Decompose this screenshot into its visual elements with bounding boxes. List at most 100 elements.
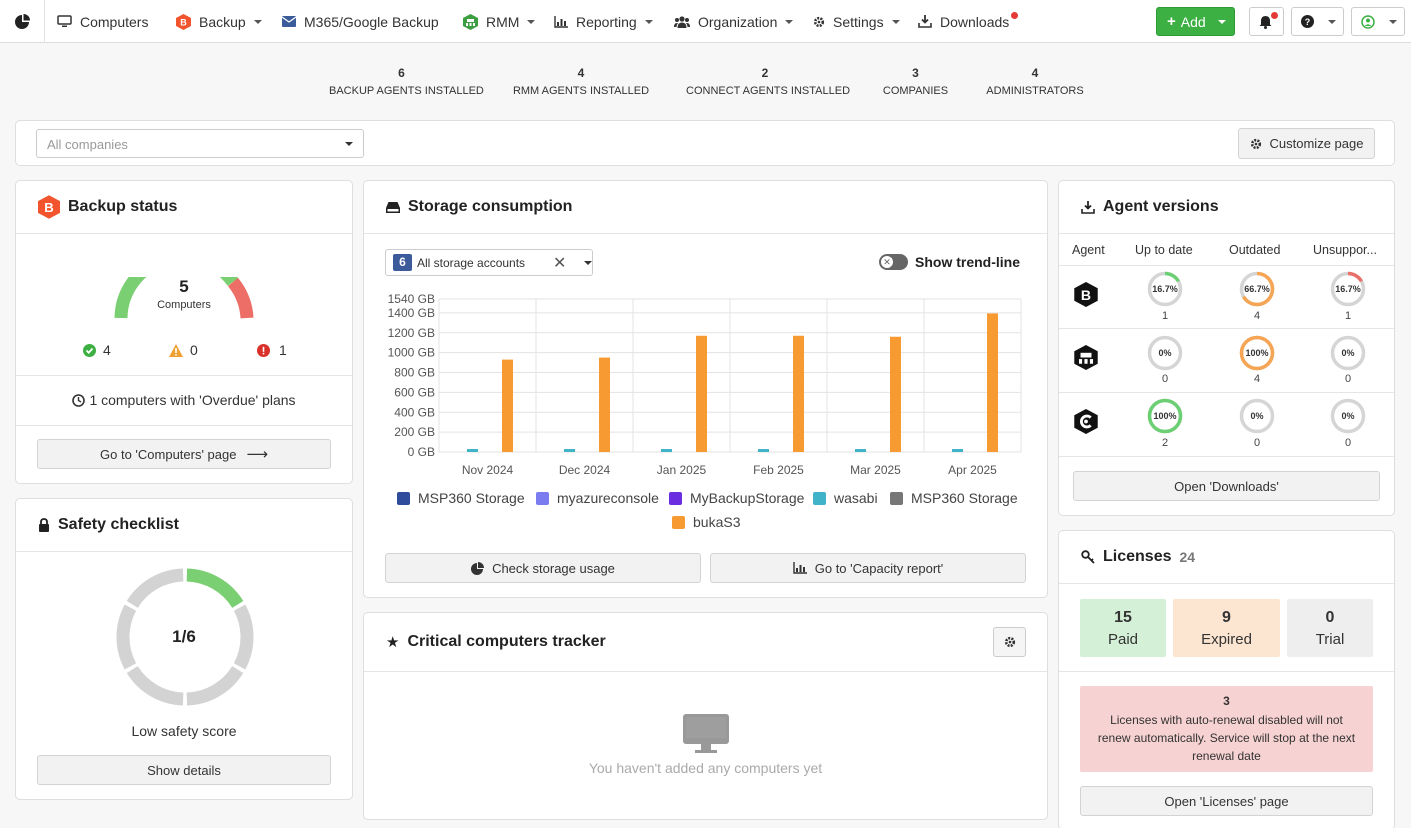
bar-wasabi[interactable] bbox=[952, 449, 963, 452]
nav-computers[interactable]: Computers bbox=[57, 0, 148, 43]
agent-version-ring[interactable]: 66.7% bbox=[1239, 271, 1275, 307]
nav-rmm[interactable]: RMM bbox=[463, 0, 536, 43]
nav-reporting[interactable]: Reporting bbox=[554, 0, 653, 43]
legend-item[interactable]: wasabi bbox=[813, 490, 878, 506]
agent-count: 0 bbox=[1344, 373, 1352, 385]
storage-accounts-select[interactable]: 6 All storage accounts ✕ bbox=[385, 249, 593, 276]
connect-agent-icon bbox=[1074, 409, 1098, 434]
stat-label: ADMINISTRATORS bbox=[986, 85, 1084, 97]
goto-computers-button[interactable]: Go to 'Computers' page ⟶ bbox=[37, 439, 331, 469]
x-tick-label: Dec 2024 bbox=[559, 463, 611, 477]
agent-version-ring[interactable]: 100% bbox=[1147, 398, 1183, 434]
legend-swatch bbox=[397, 491, 410, 505]
customize-page-button[interactable]: Customize page bbox=[1238, 128, 1375, 159]
agent-version-ring[interactable]: 16.7% bbox=[1147, 271, 1183, 307]
capacity-report-button[interactable]: Go to 'Capacity report' bbox=[710, 553, 1026, 583]
backup-error-count[interactable]: 1 bbox=[257, 342, 287, 358]
y-tick-label: 1000 GB bbox=[388, 346, 435, 360]
y-tick-label: 400 GB bbox=[394, 405, 435, 419]
backup-ok-count[interactable]: 4 bbox=[83, 342, 111, 358]
backup-logo-icon: B bbox=[38, 195, 60, 219]
licenses-expired-value: 9 bbox=[1222, 609, 1231, 626]
bar-wasabi[interactable] bbox=[564, 449, 575, 452]
open-licenses-button[interactable]: Open 'Licenses' page bbox=[1080, 786, 1373, 816]
svg-text:?: ? bbox=[1305, 17, 1311, 27]
y-tick-label: 600 GB bbox=[394, 385, 435, 399]
licenses-expired[interactable]: 9 Expired bbox=[1173, 599, 1280, 657]
col-agent: Agent bbox=[1072, 243, 1105, 257]
check-storage-usage-button[interactable]: Check storage usage bbox=[385, 553, 701, 583]
licenses-paid[interactable]: 15 Paid bbox=[1080, 599, 1166, 657]
nav-backup[interactable]: B Backup bbox=[176, 0, 262, 43]
legend-item[interactable]: MSP360 Storage bbox=[397, 490, 525, 506]
user-avatar-icon bbox=[1361, 14, 1375, 29]
agent-version-ring[interactable]: 0% bbox=[1330, 398, 1366, 434]
add-button-label: Add bbox=[1180, 13, 1206, 30]
app-logo[interactable] bbox=[0, 0, 45, 43]
clear-icon[interactable]: ✕ bbox=[553, 253, 566, 273]
show-details-button[interactable]: Show details bbox=[37, 755, 331, 785]
divider bbox=[1059, 265, 1394, 266]
auto-renewal-warning-text: Licenses with auto-renewal disabled will… bbox=[1097, 713, 1356, 763]
bar-wasabi[interactable] bbox=[758, 449, 769, 452]
agent-version-ring[interactable]: 0% bbox=[1239, 398, 1275, 434]
legend-item[interactable]: myazureconsole bbox=[536, 490, 659, 506]
agent-versions-title: Agent versions bbox=[1103, 198, 1219, 215]
agent-version-ring[interactable]: 100% bbox=[1239, 335, 1275, 371]
backup-warning-count[interactable]: 0 bbox=[169, 342, 198, 358]
licenses-trial-label: Trial bbox=[1315, 631, 1345, 648]
col-unsupported: Unsuppor... bbox=[1313, 243, 1377, 257]
stat-value: 4 bbox=[577, 66, 585, 80]
company-select[interactable]: All companies bbox=[36, 129, 364, 158]
overdue-plans-text: 1 computers with 'Overdue' plans bbox=[16, 392, 352, 408]
agent-version-ring[interactable]: 16.7% bbox=[1330, 271, 1366, 307]
chevron-down-icon bbox=[1217, 19, 1226, 24]
legend-item[interactable]: bukaS3 bbox=[672, 514, 740, 530]
nav-settings[interactable]: Settings bbox=[813, 0, 900, 43]
nav-organization-label: Organization bbox=[698, 13, 778, 30]
bar-bukas3[interactable] bbox=[987, 313, 998, 452]
chevron-down-icon bbox=[584, 261, 592, 265]
open-downloads-button[interactable]: Open 'Downloads' bbox=[1073, 471, 1380, 501]
agent-version-ring[interactable]: 0% bbox=[1147, 335, 1183, 371]
tracker-empty-text: You haven't added any computers yet bbox=[588, 760, 823, 776]
licenses-expired-label: Expired bbox=[1201, 631, 1252, 648]
bar-wasabi[interactable] bbox=[661, 449, 672, 452]
bar-bukas3[interactable] bbox=[599, 357, 610, 452]
nav-organization[interactable]: Organization bbox=[674, 0, 794, 43]
gear-icon bbox=[1250, 138, 1262, 150]
divider bbox=[1059, 671, 1394, 672]
bar-wasabi[interactable] bbox=[855, 449, 866, 452]
divider bbox=[16, 375, 352, 376]
bar-wasabi[interactable] bbox=[467, 449, 478, 452]
agent-version-ring[interactable]: 0% bbox=[1330, 335, 1366, 371]
nav-downloads[interactable]: Downloads bbox=[918, 0, 1009, 43]
col-up-to-date: Up to date bbox=[1135, 243, 1193, 257]
trend-line-toggle[interactable]: ✕ bbox=[879, 254, 908, 270]
bar-bukas3[interactable] bbox=[890, 336, 901, 452]
legend-item[interactable]: MyBackupStorage bbox=[669, 490, 804, 506]
licenses-trial[interactable]: 0 Trial bbox=[1287, 599, 1373, 657]
top-nav: Computers B Backup M365/Google Backup RM… bbox=[0, 0, 1411, 43]
filter-bar: All companies Customize page bbox=[15, 120, 1395, 166]
notifications-button[interactable] bbox=[1249, 7, 1284, 36]
col-outdated: Outdated bbox=[1229, 243, 1281, 257]
x-tick-label: Nov 2024 bbox=[462, 463, 514, 477]
legend-item[interactable]: MSP360 Storage bbox=[890, 490, 1018, 506]
help-button[interactable]: ? bbox=[1291, 7, 1344, 36]
critical-tracker-header: ★ Critical computers tracker bbox=[364, 613, 1047, 672]
storage-accounts-label: All storage accounts bbox=[417, 256, 526, 270]
y-tick-label: 1540 GB bbox=[388, 292, 435, 306]
agent-count: 0 bbox=[1161, 373, 1169, 385]
nav-m365[interactable]: M365/Google Backup bbox=[282, 0, 439, 43]
user-menu-button[interactable] bbox=[1351, 7, 1405, 36]
stat-connect-agents: 2 CONNECT AGENTS INSTALLED bbox=[686, 66, 850, 97]
stat-value: 4 bbox=[1031, 66, 1039, 80]
bar-bukas3[interactable] bbox=[502, 359, 513, 452]
agent-count: 4 bbox=[1253, 310, 1261, 322]
safety-checklist-header: Safety checklist bbox=[16, 499, 352, 552]
bar-bukas3[interactable] bbox=[793, 335, 804, 452]
bar-bukas3[interactable] bbox=[696, 335, 707, 452]
tracker-settings-button[interactable] bbox=[993, 627, 1026, 657]
add-button[interactable]: + Add bbox=[1156, 7, 1235, 36]
